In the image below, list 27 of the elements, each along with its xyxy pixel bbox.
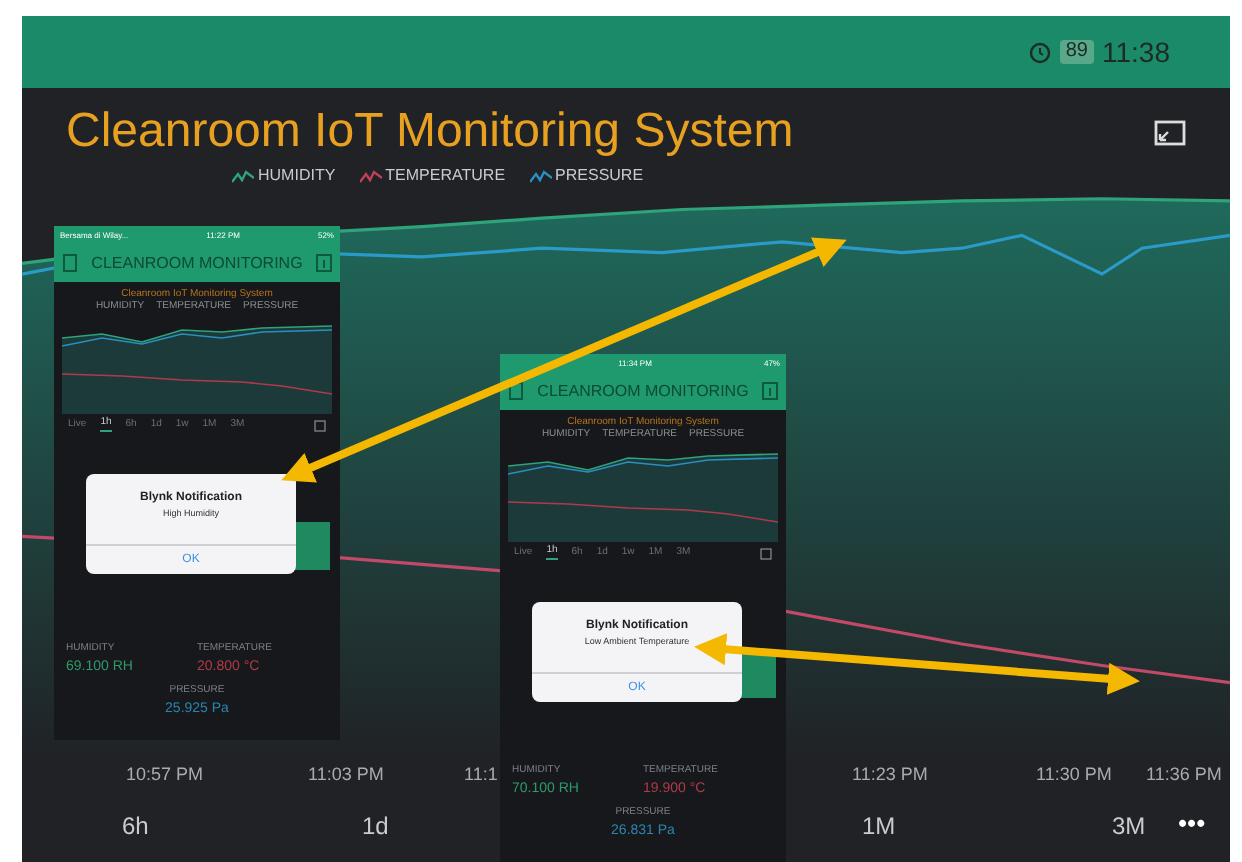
more-button[interactable]: ••• xyxy=(1178,810,1206,836)
exit-icon[interactable] xyxy=(508,382,524,400)
clock-time: 11:38 xyxy=(1102,38,1170,66)
range-button[interactable]: 1M xyxy=(862,814,896,838)
info-icon[interactable] xyxy=(761,382,778,400)
range-button[interactable]: 3M xyxy=(1112,814,1146,838)
legend-label: TEMPERATURE xyxy=(385,168,506,184)
legend-label: HUMIDITY xyxy=(258,168,336,184)
fullscreen-icon[interactable] xyxy=(760,547,772,559)
alarm-clock-icon xyxy=(1027,40,1052,64)
exit-icon[interactable] xyxy=(62,254,78,272)
fullscreen-exit-icon[interactable] xyxy=(1154,119,1186,145)
time-axis-label: 11:30 PM xyxy=(1036,766,1112,784)
phone-header-title: CLEANROOM MONITORING xyxy=(91,255,303,271)
battery-indicator: 89 xyxy=(1059,39,1094,65)
range-button[interactable]: 1d xyxy=(362,814,389,838)
time-axis-label: 11:23 PM xyxy=(852,766,928,784)
fullscreen-icon[interactable] xyxy=(314,419,326,431)
time-axis-label: 11:03 PM xyxy=(308,766,384,784)
range-button[interactable]: 6h xyxy=(122,814,149,838)
time-axis-label: 11:1 xyxy=(464,766,498,784)
legend-label: PRESSURE xyxy=(555,168,644,184)
info-icon[interactable] xyxy=(315,254,332,272)
phone-header-title: CLEANROOM MONITORING xyxy=(537,383,749,399)
dashboard-title: Cleanroom IoT Monitoring System xyxy=(66,108,794,156)
time-axis-label: 11:36 PM xyxy=(1146,766,1222,784)
time-axis-label: 10:57 PM xyxy=(126,766,204,784)
